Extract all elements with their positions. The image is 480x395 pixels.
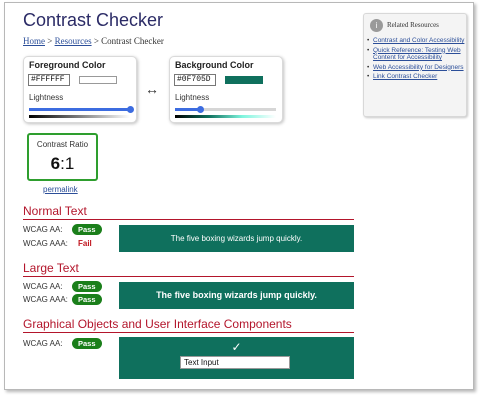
foreground-lightness-label: Lightness — [29, 93, 64, 102]
large-aaa-label: WCAG AAA: — [23, 295, 68, 304]
contrast-ratio-box: Contrast Ratio 6:1 — [27, 133, 98, 181]
normal-text-heading: Normal Text — [23, 204, 87, 218]
foreground-slider-fill — [29, 108, 130, 111]
background-color-panel: Background Color #0F705D Lightness — [169, 56, 283, 123]
background-color-swatch[interactable] — [225, 76, 263, 84]
section-divider — [23, 276, 354, 277]
contrast-ratio-label: Contrast Ratio — [36, 140, 89, 149]
background-slider-thumb[interactable] — [197, 106, 205, 113]
contrast-ratio-suffix: :1 — [60, 154, 75, 173]
resource-link-contrast-color[interactable]: Contrast and Color Accessibility — [373, 37, 464, 44]
large-aa-label: WCAG AA: — [23, 282, 63, 291]
foreground-hex-input[interactable]: #FFFFFF — [28, 74, 70, 86]
permalink-link[interactable]: permalink — [43, 185, 78, 194]
resource-link-link-contrast[interactable]: Link Contrast Checker — [373, 73, 437, 80]
normal-text-preview: The five boxing wizards jump quickly. — [119, 225, 354, 252]
resource-link-designers[interactable]: Web Accessibility for Designers — [373, 64, 464, 71]
breadcrumb-home-link[interactable]: Home — [23, 36, 45, 46]
related-resources-title: Related Resources — [387, 21, 439, 29]
normal-aa-label: WCAG AA: — [23, 225, 63, 234]
background-lightness-gradient — [175, 115, 276, 118]
large-text-preview: The five boxing wizards jump quickly. — [119, 282, 354, 309]
contrast-ratio-number: 6 — [50, 154, 61, 173]
foreground-color-swatch[interactable] — [79, 76, 117, 84]
graphical-objects-preview: ✓ Text Input — [119, 337, 354, 379]
info-icon: i — [370, 19, 383, 32]
checkmark-icon: ✓ — [231, 340, 242, 354]
list-item: Web Accessibility for Designers — [367, 64, 467, 72]
background-title: Background Color — [175, 60, 254, 70]
large-aa-status-badge: Pass — [72, 281, 102, 292]
normal-aaa-label: WCAG AAA: — [23, 239, 68, 248]
page-title: Contrast Checker — [23, 10, 164, 30]
foreground-lightness-gradient — [29, 115, 130, 118]
foreground-color-panel: Foreground Color #FFFFFF Lightness — [23, 56, 137, 123]
list-item: Link Contrast Checker — [367, 73, 467, 81]
background-hex-input[interactable]: #0F705D — [174, 74, 216, 86]
related-resources-list: Contrast and Color Accessibility Quick R… — [367, 37, 467, 83]
large-text-heading: Large Text — [23, 261, 79, 275]
background-lightness-label: Lightness — [175, 93, 210, 102]
sample-text-input[interactable]: Text Input — [180, 356, 290, 369]
breadcrumb-separator: > — [47, 36, 53, 46]
normal-aa-status-badge: Pass — [72, 224, 102, 235]
breadcrumb-separator: > — [93, 36, 99, 46]
section-divider — [23, 219, 354, 220]
section-divider — [23, 332, 354, 333]
graphical-objects-heading: Graphical Objects and User Interface Com… — [23, 317, 292, 331]
graphics-aa-label: WCAG AA: — [23, 339, 63, 348]
background-lightness-slider[interactable] — [175, 106, 276, 113]
normal-aaa-status: Fail — [78, 239, 92, 248]
contrast-ratio-value: 6:1 — [29, 154, 96, 174]
breadcrumb: Home > Resources > Contrast Checker — [23, 36, 164, 46]
resource-link-quick-reference[interactable]: Quick Reference: Testing Web Content for… — [373, 47, 461, 62]
list-item: Quick Reference: Testing Web Content for… — [367, 47, 467, 62]
related-resources-panel: i Related Resources Contrast and Color A… — [363, 13, 467, 117]
breadcrumb-resources-link[interactable]: Resources — [55, 36, 92, 46]
foreground-slider-thumb[interactable] — [127, 106, 134, 113]
breadcrumb-current: Contrast Checker — [101, 36, 164, 46]
foreground-lightness-slider[interactable] — [29, 106, 134, 113]
graphics-aa-status-badge: Pass — [72, 338, 102, 349]
swap-colors-icon[interactable]: ↔ — [145, 81, 159, 97]
list-item: Contrast and Color Accessibility — [367, 37, 467, 45]
app-window: Contrast Checker Home > Resources > Cont… — [4, 2, 474, 390]
large-aaa-status-badge: Pass — [72, 294, 102, 305]
foreground-title: Foreground Color — [29, 60, 106, 70]
